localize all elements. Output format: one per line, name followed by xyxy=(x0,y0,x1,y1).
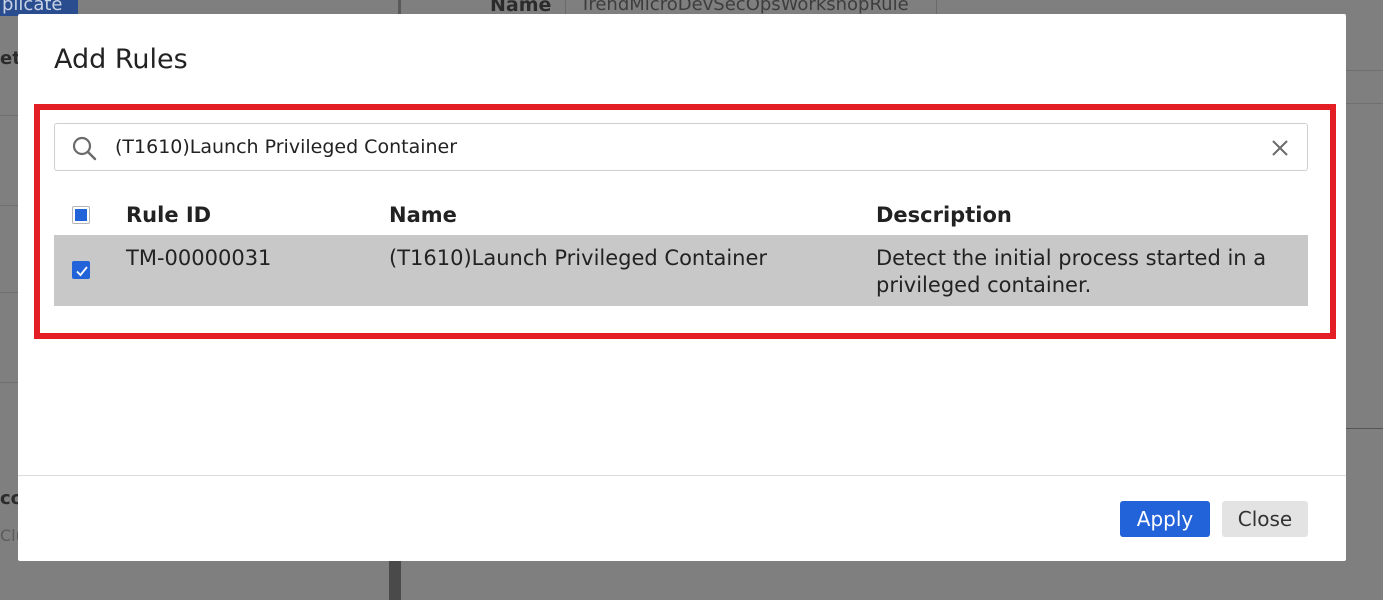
header-name[interactable]: Name xyxy=(389,203,457,227)
background-divider xyxy=(0,292,18,293)
background-divider xyxy=(0,205,18,206)
table-header: Rule ID Name Description xyxy=(54,192,1308,235)
footer-divider xyxy=(18,475,1346,476)
select-all-checkbox[interactable] xyxy=(72,206,90,224)
background-divider xyxy=(0,382,18,383)
row-rule-id: TM-00000031 xyxy=(126,246,272,270)
search-icon xyxy=(72,136,97,161)
row-description-line: Detect the initial process started in a xyxy=(876,246,1267,270)
header-description[interactable]: Description xyxy=(876,203,1012,227)
background-vertical-divider xyxy=(389,561,401,600)
search-value[interactable]: (T1610)Launch Privileged Container xyxy=(115,136,457,158)
row-description-line: privileged container. xyxy=(876,273,1092,297)
background-divider xyxy=(0,115,18,116)
apply-button[interactable]: Apply xyxy=(1120,501,1210,537)
background-left-sublabel: Clu xyxy=(0,526,18,545)
close-icon[interactable] xyxy=(1271,139,1289,157)
search-input[interactable]: (T1610)Launch Privileged Container xyxy=(54,123,1308,171)
background-divider xyxy=(1346,70,1383,71)
background-left-label: et xyxy=(0,48,18,69)
dialog-title: Add Rules xyxy=(54,44,188,75)
background-divider xyxy=(1346,103,1383,104)
background-vertical-divider xyxy=(398,0,401,14)
rules-table: Rule ID Name Description TM-00000031 (T1… xyxy=(54,192,1308,306)
row-checkbox[interactable] xyxy=(72,261,90,279)
background-left-label-2: co xyxy=(0,488,18,509)
close-button[interactable]: Close xyxy=(1222,501,1308,537)
add-rules-dialog: Add Rules (T1610)Launch Privileged Conta… xyxy=(18,14,1346,561)
checkbox-checked-icon xyxy=(76,266,88,277)
table-row[interactable]: TM-00000031 (T1610)Launch Privileged Con… xyxy=(54,235,1308,306)
header-rule-id[interactable]: Rule ID xyxy=(126,203,211,227)
background-name-field: TrendMicroDevSecOpsWorkshopRule xyxy=(565,0,937,14)
row-description: Detect the initial process started in a … xyxy=(876,245,1266,299)
row-name: (T1610)Launch Privileged Container xyxy=(389,246,768,270)
background-divider xyxy=(1346,428,1383,429)
